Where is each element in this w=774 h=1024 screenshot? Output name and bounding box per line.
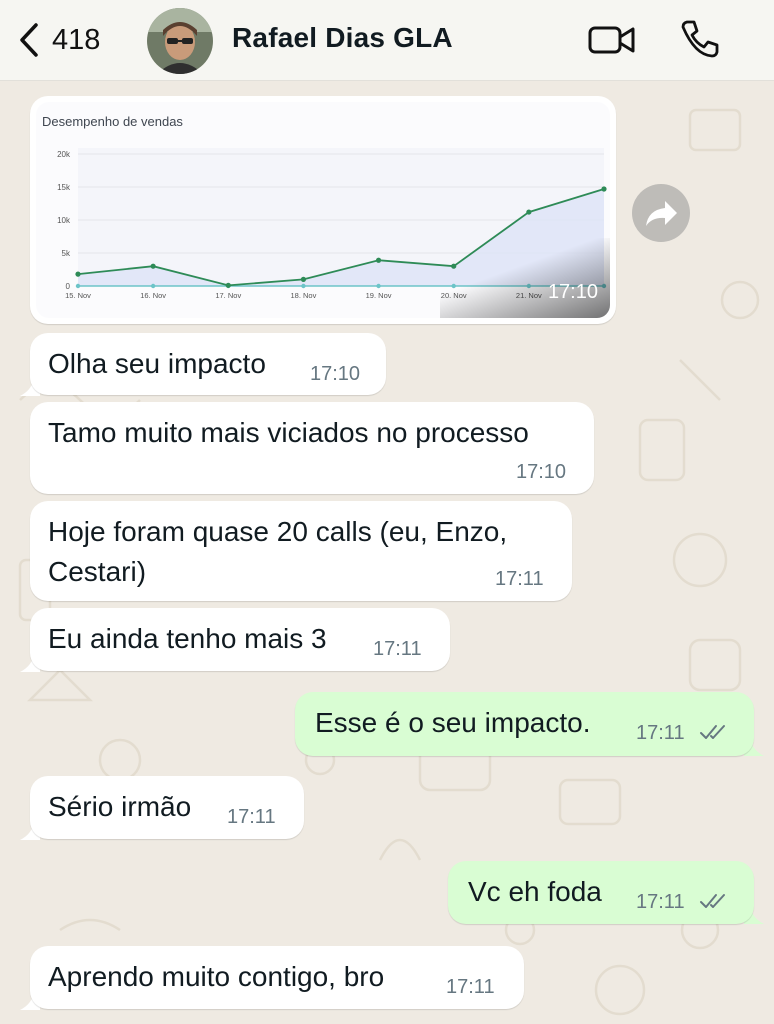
message-time: 17:10 bbox=[310, 363, 361, 385]
y-tick-label: 10k bbox=[57, 216, 71, 225]
data-point-baseline bbox=[150, 283, 156, 289]
data-point bbox=[601, 186, 607, 192]
message-text: Olha seu impacto bbox=[48, 348, 266, 379]
chevron-left-icon bbox=[20, 23, 38, 57]
message-time: 17:11 bbox=[495, 568, 544, 590]
x-tick-label: 16. Nov bbox=[140, 291, 166, 300]
message-bubble[interactable]: Vc eh foda 17:11 bbox=[448, 861, 754, 924]
message-time: 17:11 bbox=[636, 722, 685, 744]
contact-name[interactable]: Rafael Dias GLA bbox=[232, 22, 453, 54]
data-point-baseline bbox=[376, 283, 381, 289]
message-text: Aprendo muito contigo, bro bbox=[48, 961, 385, 992]
data-point bbox=[526, 209, 532, 215]
chart-image[interactable]: Desempenho de vendas 0 5k 10k 15k 20k 15. Nov… bbox=[36, 102, 610, 318]
message-text: Cestari) bbox=[48, 556, 147, 587]
message-time: 17:11 bbox=[227, 806, 276, 828]
message-time: 17:10 bbox=[516, 461, 567, 483]
message-text: Eu ainda tenho mais 3 bbox=[48, 623, 327, 654]
video-call-button[interactable] bbox=[587, 20, 637, 60]
y-tick-label: 5k bbox=[62, 249, 71, 258]
x-tick-label: 18. Nov bbox=[290, 291, 316, 300]
data-point-baseline bbox=[301, 283, 306, 289]
data-point bbox=[75, 271, 81, 277]
chat-header: 418 Rafael Dias GLA bbox=[0, 0, 774, 81]
phone-icon bbox=[681, 20, 719, 58]
forward-arrow-icon bbox=[646, 201, 677, 226]
message-time: 17:11 bbox=[373, 638, 422, 660]
data-point bbox=[375, 257, 382, 263]
message-bubble[interactable]: Aprendo muito contigo, bro 17:11 bbox=[30, 946, 524, 1009]
image-message[interactable]: Desempenho de vendas 0 5k 10k 15k 20k 15. Nov… bbox=[30, 96, 616, 324]
message-text: Esse é o seu impacto. bbox=[315, 707, 591, 738]
forward-button[interactable] bbox=[632, 184, 690, 242]
data-point bbox=[150, 263, 156, 269]
message-time: 17:11 bbox=[636, 891, 685, 913]
data-point-baseline bbox=[75, 283, 81, 289]
image-shade bbox=[440, 238, 610, 318]
data-point bbox=[300, 276, 307, 282]
double-check-icon bbox=[700, 894, 725, 908]
y-tick-label: 15k bbox=[57, 183, 71, 192]
message-time: 17:11 bbox=[446, 976, 495, 998]
x-tick-label: 17. Nov bbox=[215, 291, 241, 300]
avatar[interactable] bbox=[147, 8, 213, 74]
message-text: Vc eh foda bbox=[468, 876, 602, 907]
x-tick-label: 19. Nov bbox=[366, 291, 392, 300]
message-text: Sério irmão bbox=[48, 791, 192, 822]
message-bubble[interactable]: Esse é o seu impacto. 17:11 bbox=[295, 692, 754, 756]
double-check-icon bbox=[700, 725, 725, 739]
message-text: Hoje foram quase 20 calls (eu, Enzo, bbox=[48, 516, 508, 547]
message-bubble[interactable]: Hoje foram quase 20 calls (eu, Enzo, Ces… bbox=[30, 501, 572, 601]
unread-count: 418 bbox=[52, 23, 101, 56]
message-bubble[interactable]: Olha seu impacto 17:10 bbox=[30, 333, 386, 395]
message-text: Tamo muito mais viciados no processo bbox=[48, 417, 529, 448]
message-bubble[interactable]: Sério irmão 17:11 bbox=[30, 776, 304, 839]
voice-call-button[interactable] bbox=[678, 18, 720, 60]
y-tick-label: 20k bbox=[57, 150, 71, 159]
video-camera-icon bbox=[588, 26, 635, 54]
back-button[interactable]: 418 bbox=[18, 20, 138, 60]
message-bubble[interactable]: Tamo muito mais viciados no processo 17:… bbox=[30, 402, 594, 494]
data-point bbox=[225, 282, 231, 288]
message-time: 17:10 bbox=[547, 281, 598, 303]
y-tick-label: 0 bbox=[66, 282, 71, 291]
x-tick-label: 15. Nov bbox=[65, 291, 91, 300]
message-bubble[interactable]: Eu ainda tenho mais 3 17:11 bbox=[30, 608, 450, 671]
